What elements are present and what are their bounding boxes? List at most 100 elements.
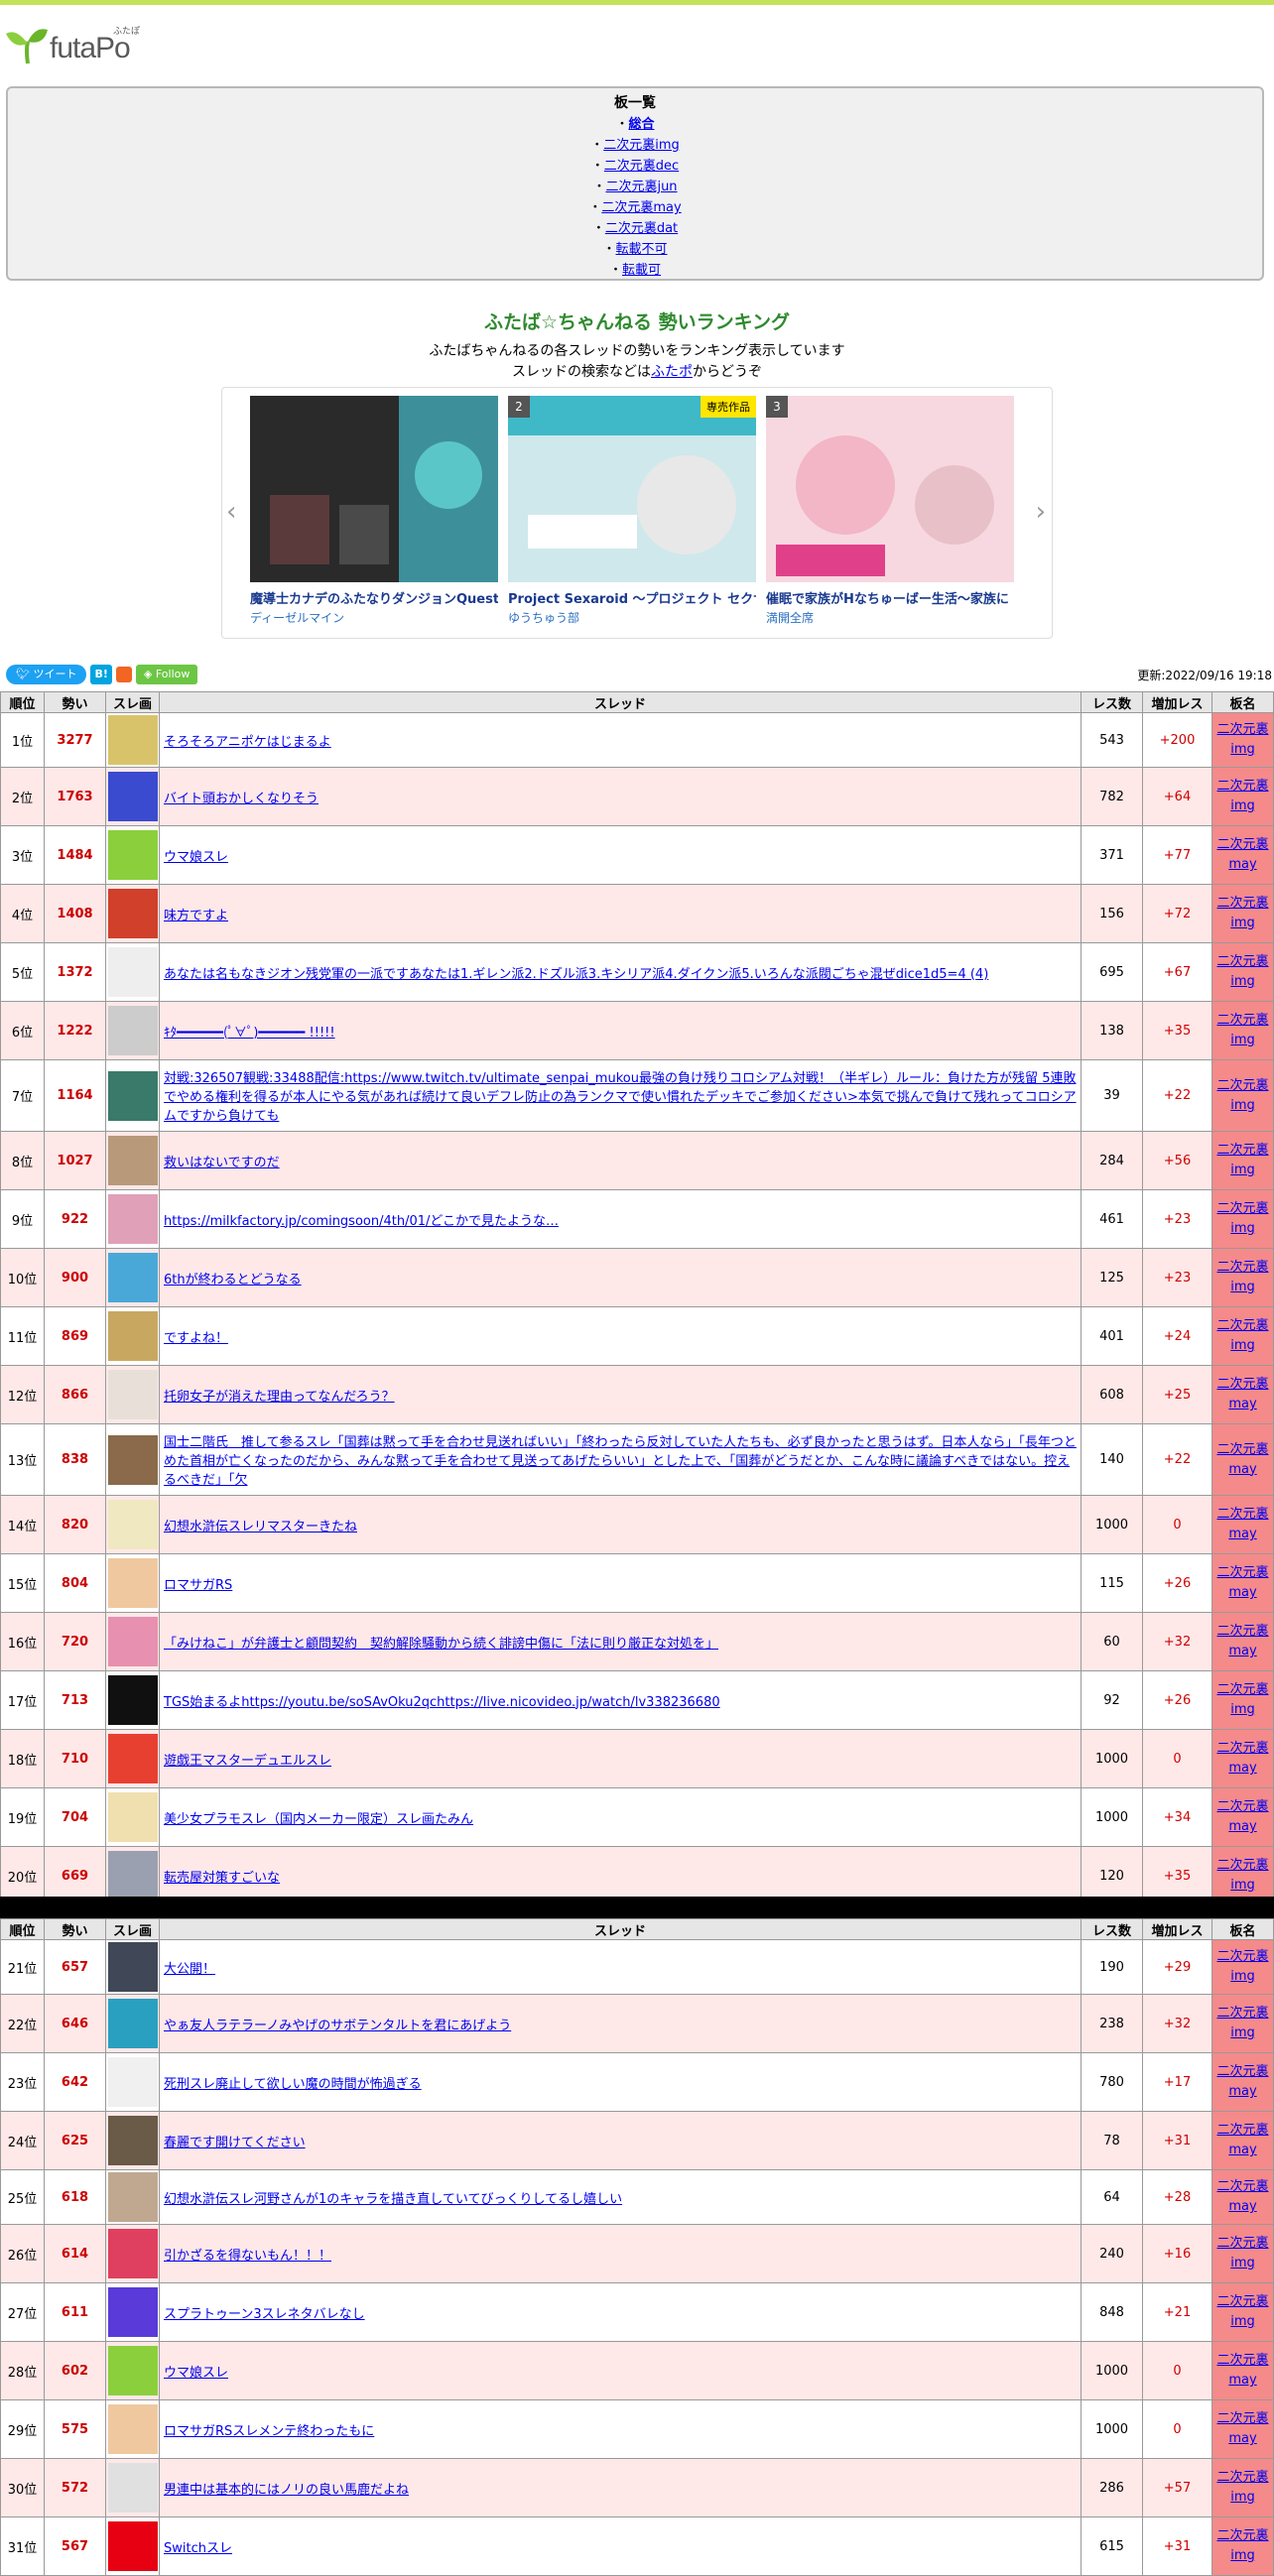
board-link[interactable]: 二次元裏 may [1216, 1741, 1268, 1776]
board-link[interactable]: 二次元裏 img [1216, 1318, 1268, 1353]
carousel-card[interactable]: 3 催眠で家族がHなちゅーばー生活～家族に 満開全席 [766, 396, 1014, 626]
card-author[interactable]: ディーゼルマイン [250, 609, 498, 626]
thread-thumbnail[interactable] [108, 1792, 158, 1842]
board-link[interactable]: 二次元裏 img [1216, 896, 1268, 930]
board-link-repost-ok[interactable]: 転載可 [622, 263, 661, 278]
board-link[interactable]: 二次元裏 img [1216, 1201, 1268, 1236]
thread-link[interactable]: 死刑スレ廃止して欲しい魔の時間が怖過ぎる [164, 2077, 422, 2092]
thread-link[interactable]: ウマ娘スレ [164, 850, 228, 865]
thread-thumbnail[interactable] [108, 1370, 158, 1419]
thread-link[interactable]: バイト頭おかしくなりそう [164, 792, 318, 806]
thumbnail-cell[interactable] [105, 1248, 160, 1307]
thread-thumbnail[interactable] [108, 2404, 158, 2454]
board-link[interactable]: 二次元裏 may [1216, 2123, 1268, 2157]
thumbnail-cell[interactable] [105, 1495, 160, 1554]
board-link[interactable]: 二次元裏 may [1216, 1507, 1268, 1541]
board-link[interactable]: 二次元裏 img [1216, 1143, 1268, 1177]
thread-link[interactable]: 大公開！ [164, 1962, 215, 1977]
board-link[interactable]: 二次元裏 img [1216, 779, 1268, 813]
thread-link[interactable]: 転売屋対策すごいな [164, 1871, 280, 1886]
thumbnail-cell[interactable] [105, 2111, 160, 2170]
card-author[interactable]: 満開全席 [766, 609, 1014, 626]
thread-thumbnail[interactable] [108, 889, 158, 938]
thread-link[interactable]: 対戦:326507観戦:33488配信:https://www.twitch.t… [164, 1071, 1077, 1124]
thread-link[interactable]: 幻想水滸伝スレリマスターきたね [164, 1520, 357, 1534]
board-link[interactable]: 二次元裏 may [1216, 1442, 1268, 1477]
thread-thumbnail[interactable] [108, 1617, 158, 1666]
thread-link[interactable]: 救いはないですのだ [164, 1156, 280, 1170]
board-link[interactable]: 二次元裏 may [1216, 837, 1268, 872]
board-link-may[interactable]: 二次元裏may [601, 200, 681, 215]
thumbnail-cell[interactable] [105, 1729, 160, 1788]
thumbnail-cell[interactable] [105, 1994, 160, 2053]
thread-link[interactable]: ロマサガRS [164, 1578, 232, 1593]
thread-thumbnail[interactable] [108, 2346, 158, 2395]
thread-link[interactable]: 春麗です開けてください [164, 2136, 306, 2150]
thread-thumbnail[interactable] [108, 1070, 158, 1121]
thread-thumbnail[interactable] [108, 2521, 158, 2571]
thread-link[interactable]: https://milkfactory.jp/comingsoon/4th/01… [164, 1214, 559, 1229]
board-link[interactable]: 二次元裏 img [1216, 1013, 1268, 1047]
thread-link[interactable]: そろそろアニポケはじまるよ [164, 735, 331, 750]
board-link[interactable]: 二次元裏 img [1216, 1078, 1268, 1113]
thread-thumbnail[interactable] [108, 2463, 158, 2513]
thumbnail-cell[interactable] [105, 1001, 160, 1060]
thumbnail-cell[interactable] [105, 1787, 160, 1847]
rss-icon[interactable] [115, 667, 132, 682]
thumbnail-cell[interactable] [105, 2169, 160, 2225]
board-link[interactable]: 二次元裏 may [1216, 2411, 1268, 2446]
chevron-right-icon[interactable]: › [1036, 497, 1046, 527]
thread-link[interactable]: 引かざるを得ないもん！！！ [164, 2249, 331, 2264]
thread-thumbnail[interactable] [108, 2229, 158, 2278]
thread-link[interactable]: ｷﾀ━━━━━━(ﾟ∀ﾟ)━━━━━━ !!!!! [164, 1026, 335, 1041]
board-link[interactable]: 二次元裏 may [1216, 1799, 1268, 1834]
thumbnail-cell[interactable] [105, 2341, 160, 2400]
card-title[interactable]: Project Sexaroid ～プロジェクト セクサロイド～ [508, 588, 756, 607]
thread-link[interactable]: 国士二階氏 推して参るスレ「国葬は黙って手を合わせ見送ればいい」「終わったら反対… [164, 1435, 1077, 1488]
thread-link[interactable]: ウマ娘スレ [164, 2366, 228, 2381]
board-link[interactable]: 二次元裏 img [1216, 2528, 1268, 2563]
board-link-no-repost[interactable]: 転載不可 [616, 242, 668, 257]
thumbnail-cell[interactable] [105, 1670, 160, 1730]
thumbnail-cell[interactable] [105, 2224, 160, 2283]
thread-link[interactable]: 遊戯王マスターデュエルスレ [164, 1754, 331, 1769]
board-link-dat[interactable]: 二次元裏dat [605, 221, 678, 236]
card-image[interactable]: 3 [766, 396, 1014, 582]
thread-thumbnail[interactable] [108, 1311, 158, 1361]
thumbnail-cell[interactable] [105, 2399, 160, 2459]
thread-thumbnail[interactable] [108, 1734, 158, 1783]
futapo-link[interactable]: ふたポ [651, 364, 693, 380]
thread-thumbnail[interactable] [108, 1999, 158, 2048]
board-link[interactable]: 二次元裏 img [1216, 2236, 1268, 2270]
board-link[interactable]: 二次元裏 img [1216, 2294, 1268, 2329]
feedly-follow-button[interactable]: ◈ Follow [135, 665, 198, 684]
thumbnail-cell[interactable] [105, 2516, 160, 2576]
thread-thumbnail[interactable] [108, 2172, 158, 2222]
thread-thumbnail[interactable] [108, 1194, 158, 1244]
card-image[interactable] [250, 396, 498, 582]
hatena-bookmark-button[interactable]: B! [90, 665, 112, 684]
tweet-button[interactable]: 🐦︎ ツイート [6, 665, 87, 684]
thumbnail-cell[interactable] [105, 1612, 160, 1671]
board-link[interactable]: 二次元裏 img [1216, 1949, 1268, 1984]
board-link-sogo[interactable]: 総合 [629, 117, 655, 132]
thread-thumbnail[interactable] [108, 1675, 158, 1725]
thumbnail-cell[interactable] [105, 1059, 160, 1132]
board-link-img[interactable]: 二次元裏img [603, 138, 680, 153]
futapo-logo[interactable]: futaPo ふたぽ [6, 18, 145, 67]
thumbnail-cell[interactable] [105, 825, 160, 885]
thread-thumbnail[interactable] [108, 1851, 158, 1901]
thumbnail-cell[interactable] [105, 1423, 160, 1496]
thumbnail-cell[interactable] [105, 2282, 160, 2342]
thread-thumbnail[interactable] [108, 2057, 158, 2107]
card-image[interactable]: 2 専売作品 [508, 396, 756, 582]
thread-link[interactable]: 幻想水滸伝スレ河野さんが1のキャラを描き直していてびっくりしてるし嬉しい [164, 2192, 622, 2207]
thread-thumbnail[interactable] [108, 1253, 158, 1302]
board-link[interactable]: 二次元裏 may [1216, 2353, 1268, 2388]
thread-link[interactable]: 味方ですよ [164, 909, 228, 923]
thumbnail-cell[interactable] [105, 1553, 160, 1613]
thread-link[interactable]: スプラトゥーン3スレネタバレなし [164, 2307, 365, 2322]
thread-link[interactable]: ロマサガRSスレメンテ終わったもに [164, 2424, 374, 2439]
thread-link[interactable]: あなたは名もなきジオン残党軍の一派ですあなたは1.ギレン派2.ドズル派3.キシリ… [164, 967, 988, 982]
thumbnail-cell[interactable] [105, 942, 160, 1002]
